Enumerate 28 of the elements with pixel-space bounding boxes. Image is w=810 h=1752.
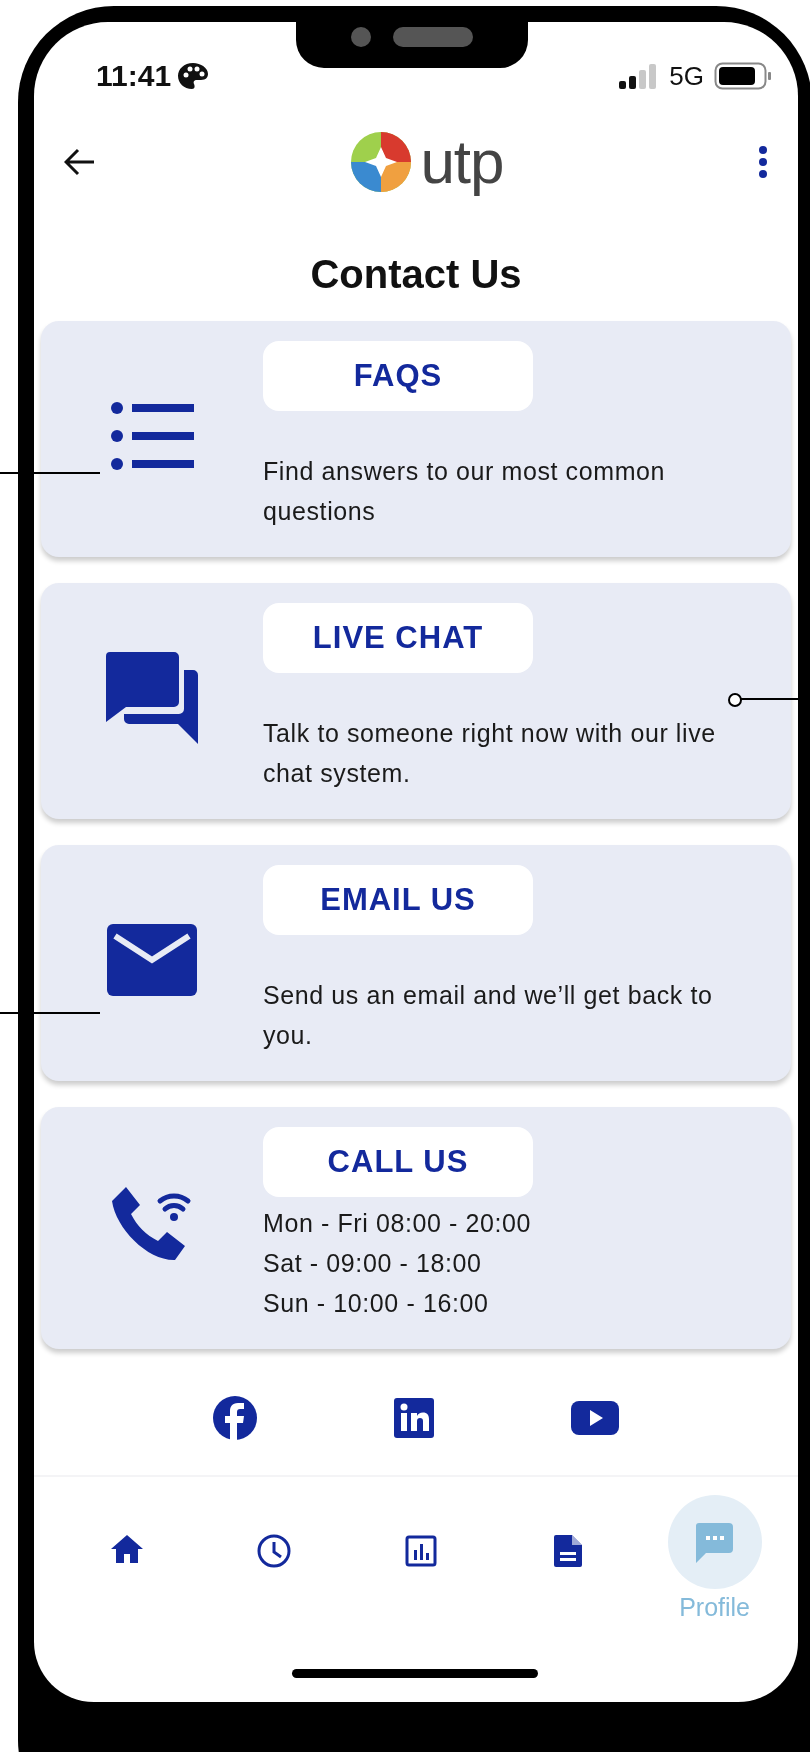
palette-icon bbox=[177, 62, 210, 90]
card-description: Find answers to our most common questions bbox=[263, 456, 667, 527]
bar-chart-icon bbox=[403, 1533, 439, 1569]
network-label: 5G bbox=[669, 60, 704, 92]
card-title-button[interactable]: FAQS bbox=[263, 341, 533, 411]
camera-dot bbox=[351, 27, 371, 47]
card-title-button[interactable]: CALL US bbox=[263, 1127, 533, 1197]
back-arrow-icon[interactable] bbox=[64, 148, 96, 176]
battery-icon bbox=[714, 62, 772, 90]
message-icon bbox=[693, 1521, 736, 1563]
hours-line: Mon - Fri 08:00 - 20:00 bbox=[263, 1208, 533, 1239]
status-time: 11:41 bbox=[96, 59, 172, 93]
hours-line: Sat - 09:00 - 18:00 bbox=[263, 1248, 483, 1279]
card-title-button[interactable]: EMAIL US bbox=[263, 865, 533, 935]
linkedin-icon[interactable] bbox=[394, 1398, 434, 1438]
list-icon bbox=[110, 401, 194, 471]
youtube-icon[interactable] bbox=[571, 1401, 620, 1435]
hours-line: Sun - 10:00 - 16:00 bbox=[263, 1288, 490, 1319]
logo-icon bbox=[350, 131, 413, 193]
page-title: Contact Us bbox=[309, 252, 523, 297]
card-description: Talk to someone right now with our live chat system. bbox=[263, 718, 717, 789]
card-description: Send us an email and we’ll get back to you. bbox=[263, 980, 714, 1051]
card-title-button[interactable]: LIVE CHAT bbox=[263, 603, 533, 673]
clock-icon bbox=[256, 1533, 293, 1569]
facebook-icon[interactable] bbox=[212, 1396, 257, 1440]
more-options-icon[interactable] bbox=[758, 145, 768, 179]
chat-bubbles-icon bbox=[106, 652, 198, 744]
envelope-icon bbox=[107, 924, 197, 996]
